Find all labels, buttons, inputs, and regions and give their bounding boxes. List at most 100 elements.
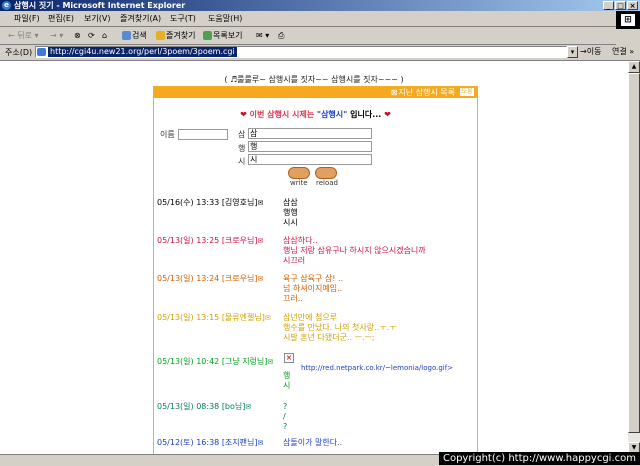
mail-icon[interactable]: ✉ (265, 314, 271, 322)
name-input[interactable] (178, 129, 228, 140)
entry-line: ? (283, 422, 288, 431)
entry-message: 삼삼 행행 시시 (283, 198, 298, 228)
entry-line: 넘 하셔이지예임.. (283, 284, 343, 293)
mail-icon: ✉ (256, 31, 263, 40)
entry-message: 삼삼하다.. 행님 저랑 삼유구나 하시지 않으시겠습니까 시끄러 (283, 236, 426, 266)
home-button[interactable]: ⌂ (102, 29, 107, 42)
stop-button[interactable]: ⊗ (74, 29, 81, 42)
page-icon (37, 48, 46, 56)
entry-line: 행수를 만났다. 나의 첫사랑..ㅜ.ㅜ (283, 323, 397, 332)
entry-author[interactable]: [크로우님] (222, 274, 258, 283)
forward-button[interactable]: → ▾ (50, 29, 63, 42)
address-label: 주소(D) (5, 48, 33, 57)
image-url: http://red.netpark.co.kr/~lemonia/logo.g… (301, 364, 454, 372)
mail-icon[interactable]: ✉ (258, 199, 264, 207)
entry-message: 삼돌이가 말한다.. (283, 438, 342, 448)
entry-author[interactable]: [bo님] (222, 402, 246, 411)
entry-author[interactable]: [물류엔젤님] (222, 313, 265, 322)
menu-help[interactable]: 도움말(H) (208, 11, 242, 26)
entry-meta: 05/13(일) 13:15 [물류엔젤님]✉ (157, 313, 271, 323)
links-button[interactable]: 연결 » (612, 46, 634, 58)
panel-header-bar: 지난 삼행시 목록 도움 (154, 87, 477, 98)
back-button[interactable]: ← 뒤로 ▾ (8, 29, 39, 42)
entry-date: 05/13(일) 10:42 (157, 357, 220, 366)
history-label: 목록보기 (213, 31, 243, 40)
entry-line: 행행 (283, 208, 298, 217)
mail-icon[interactable]: ✉ (258, 439, 264, 447)
vertical-scrollbar[interactable]: ▲ ▼ (628, 61, 640, 454)
entry-date: 05/12(토) 16:38 (157, 438, 220, 447)
guestbook-panel: 지난 삼행시 목록 도움 ❤ 이번 삼행시 시제는 "삼행시" 입니다... ❤… (153, 86, 478, 454)
entry-date: 05/13(일) 13:25 (157, 236, 220, 245)
menu-favorites[interactable]: 즐겨찾기(A) (120, 11, 161, 26)
entry-line: 삼돌이가 말한다.. (283, 438, 343, 447)
maximize-button[interactable]: □ (615, 1, 626, 10)
row-label-haeng: 행 (238, 144, 246, 153)
reload-button[interactable] (315, 167, 337, 179)
si-input[interactable]: 시 (248, 154, 372, 165)
close-button[interactable]: × (627, 1, 638, 10)
address-url: http://cgi4u.new21.org/perl/3poem/3poem.… (48, 47, 237, 57)
write-label: write (290, 179, 308, 187)
mail-icon[interactable]: ✉ (245, 403, 251, 411)
entry-line: / (283, 412, 286, 421)
mail-icon[interactable]: ✉ (258, 275, 264, 283)
address-dropdown-button[interactable]: ▾ (567, 46, 578, 58)
address-input[interactable]: http://cgi4u.new21.org/perl/3poem/3poem.… (35, 46, 567, 58)
entry-date: 05/16(수) 13:33 (157, 198, 220, 207)
entry-meta: 05/13(일) 10:42 [그냥 지렁님]✉ (157, 357, 273, 367)
menu-file[interactable]: 파일(F) (14, 11, 40, 26)
reload-label: reload (316, 179, 338, 187)
search-button[interactable]: 검색 (122, 29, 147, 42)
entry-author[interactable]: [그냥 지렁님] (222, 357, 268, 366)
back-label: ← 뒤로 (8, 31, 32, 40)
window-title: 삼행시 짓기 - Microsoft Internet Explorer (14, 1, 186, 10)
entry-meta: 05/13(일) 13:24 [크로우님]✉ (157, 274, 263, 284)
history-button[interactable]: 목록보기 (203, 29, 242, 42)
entry-author[interactable]: [조지팬님] (222, 438, 258, 447)
toolbar: ← 뒤로 ▾ → ▾ ⊗ ⟳ ⌂ 검색 즐겨찾기 목록보기 ✉ ▾ ⎙ (0, 27, 616, 45)
title-bar: e 삼행시 짓기 - Microsoft Internet Explorer _… (0, 0, 640, 11)
windows-logo-icon: ⊞ (621, 14, 635, 26)
favorites-button[interactable]: 즐겨찾기 (156, 29, 195, 42)
favorites-icon (156, 31, 165, 40)
entry-meta: 05/16(수) 13:33 [김영호님]✉ (157, 198, 263, 208)
ie-logo-icon: e (2, 1, 11, 10)
entry-line: 삼삼하다.. (283, 236, 318, 245)
entry-message: × http://red.netpark.co.kr/~lemonia/logo… (283, 353, 453, 391)
menu-tools[interactable]: 도구(T) (170, 11, 196, 26)
mail-icon[interactable]: ✉ (267, 358, 273, 366)
address-bar: 주소(D) http://cgi4u.new21.org/perl/3poem/… (0, 45, 640, 61)
prev-list-link[interactable]: 지난 삼행시 목록 (391, 88, 455, 97)
help-icon[interactable]: 도움 (460, 88, 474, 96)
print-button[interactable]: ⎙ (278, 29, 284, 42)
sam-input[interactable]: 삼 (248, 128, 372, 139)
minimize-button[interactable]: _ (603, 1, 614, 10)
entry-message: 육구 삼육구 삼! .. 넘 하셔이지예임.. 끄러.. (283, 274, 343, 304)
mail-icon[interactable]: ✉ (258, 237, 264, 245)
menu-edit[interactable]: 편집(E) (48, 11, 74, 26)
entry-line: 끄러.. (283, 294, 303, 303)
entry-line: 시시 (283, 218, 298, 227)
entry-date: 05/13(일) 13:15 (157, 313, 220, 322)
write-button[interactable] (288, 167, 310, 179)
heart-icon: ❤ (384, 110, 391, 119)
intro-prefix: 이번 삼행시 시제는 (249, 110, 315, 119)
topic-intro: ❤ 이번 삼행시 시제는 "삼행시" 입니다... ❤ (154, 109, 477, 120)
scroll-up-button[interactable]: ▲ (628, 61, 640, 73)
entry-date: 05/13(일) 13:24 (157, 274, 220, 283)
refresh-button[interactable]: ⟳ (88, 29, 95, 42)
menu-view[interactable]: 보기(V) (84, 11, 110, 26)
copyright-watermark: Copyright(c) http://www.happycgi.com (438, 452, 640, 465)
go-button[interactable]: →이동 (580, 46, 601, 58)
intro-suffix: 입니다... (350, 110, 382, 119)
mail-button[interactable]: ✉ ▾ (256, 29, 269, 42)
entry-author[interactable]: [김영호님] (222, 198, 258, 207)
intro-keyword: "삼행시" (316, 110, 348, 119)
entry-author[interactable]: [크로우님] (222, 236, 258, 245)
page-content: ( ♬룰룰루~ 삼행시를 짓자~~ 삼행시를 짓자~~~ ) 지난 삼행시 목록… (0, 61, 628, 454)
scroll-thumb[interactable] (628, 73, 640, 433)
entry-message: ? / ? (283, 402, 287, 432)
entry-line: 시 (283, 381, 291, 390)
haeng-input[interactable]: 행 (248, 141, 372, 152)
